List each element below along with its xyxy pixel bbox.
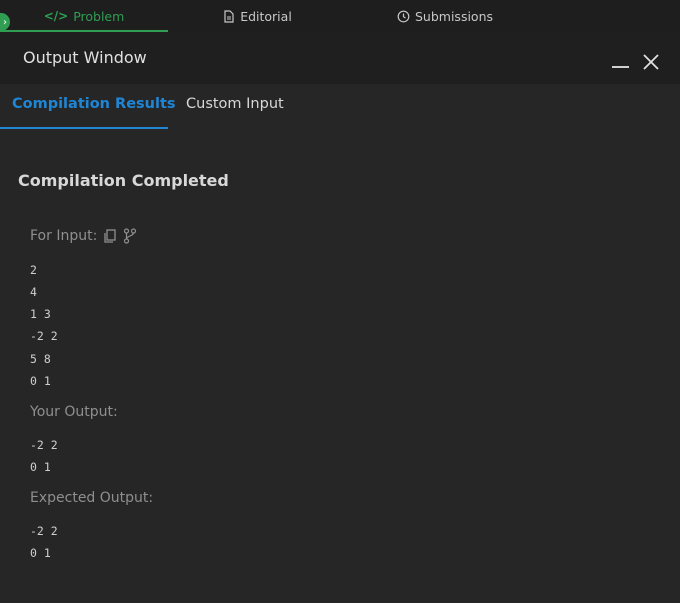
input-line: 4 (30, 285, 37, 299)
output-line: -2 2 (30, 438, 58, 452)
top-navigation: › </> Problem Editorial Submissions (0, 0, 680, 32)
clock-icon (397, 10, 410, 22)
your-output-label: Your Output: (30, 404, 118, 420)
tab-editorial-label: Editorial (240, 8, 292, 24)
result-tabs: Compilation Results Custom Input (0, 84, 680, 130)
input-line: 5 8 (30, 352, 51, 366)
active-tab-indicator (0, 127, 168, 129)
code-icon: </> (43, 9, 69, 23)
expected-line: -2 2 (30, 524, 58, 538)
compilation-status: Compilation Completed (18, 171, 229, 190)
input-line: 0 1 (30, 374, 51, 388)
for-input-label: For Input: (30, 228, 137, 244)
output-window-header: Output Window (0, 32, 680, 84)
tab-problem-label: Problem (73, 8, 125, 24)
input-line: 1 3 (30, 307, 51, 321)
tab-submissions[interactable]: Submissions (360, 0, 530, 32)
tab-submissions-label: Submissions (414, 8, 494, 24)
tab-editorial[interactable]: Editorial (180, 0, 335, 32)
expected-output-label: Expected Output: (30, 490, 154, 506)
for-input-text: For Input: (30, 228, 98, 244)
copy-icon[interactable] (103, 228, 117, 244)
tab-compilation-results[interactable]: Compilation Results (12, 96, 176, 112)
output-line: 0 1 (30, 460, 51, 474)
branch-icon[interactable] (123, 228, 137, 244)
input-line: -2 2 (30, 329, 58, 343)
tab-custom-input[interactable]: Custom Input (186, 96, 284, 112)
close-icon[interactable] (641, 52, 661, 72)
input-line: 2 (30, 263, 37, 277)
window-title: Output Window (23, 48, 147, 67)
expected-line: 0 1 (30, 546, 51, 560)
tab-problem[interactable]: </> Problem (0, 0, 168, 32)
document-icon (224, 9, 234, 23)
minimize-icon[interactable] (612, 66, 629, 68)
